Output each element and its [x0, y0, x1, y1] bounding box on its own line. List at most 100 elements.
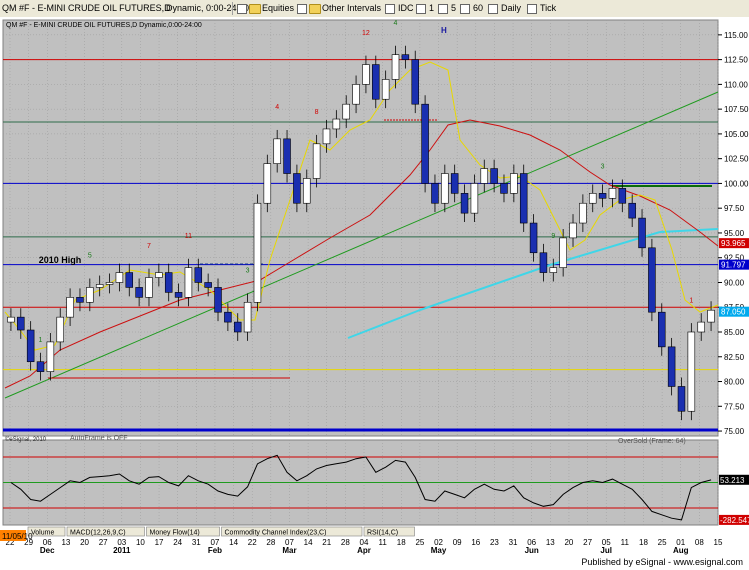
- x-tick-label: 28: [266, 538, 275, 547]
- y-tick-label: 102.50: [724, 155, 749, 164]
- main-plot-area: [2, 19, 719, 437]
- candle-body: [431, 183, 439, 204]
- count-marker: 4: [275, 104, 279, 111]
- x-month-label: Aug: [673, 546, 689, 555]
- toolbar: QM #F - E-MINI CRUDE OIL FUTURES,D Dynam…: [0, 0, 749, 18]
- candle-body: [441, 173, 449, 204]
- indicator-tab[interactable]: Money Flow(14): [146, 526, 220, 537]
- interval-5-checkbox[interactable]: [438, 4, 448, 14]
- candle-body: [529, 222, 538, 254]
- candle-body: [372, 64, 380, 100]
- x-tick-label: 17: [155, 538, 164, 547]
- candle-body: [460, 193, 469, 214]
- x-tick-label: 31: [509, 538, 518, 547]
- y-tick-label: 105.00: [724, 130, 749, 139]
- date-badge-text: 11/05/10: [2, 532, 33, 541]
- indicator-tab[interactable]: RSI(14,C): [363, 526, 415, 537]
- candle-body: [421, 103, 429, 184]
- equities-label[interactable]: Equities: [262, 3, 294, 13]
- candle-body: [362, 64, 370, 85]
- price-label: 87.050: [721, 308, 746, 317]
- equities-checkbox[interactable]: [237, 4, 247, 14]
- interval-1-checkbox[interactable]: [416, 4, 426, 14]
- y-tick-label: 115.00: [724, 31, 748, 40]
- x-month-label: Mar: [282, 546, 296, 555]
- candle-body: [56, 316, 64, 343]
- x-tick-label: 11: [621, 538, 630, 547]
- indicator-tab[interactable]: Volume: [27, 526, 66, 537]
- x-month-label: Dec: [40, 546, 55, 555]
- candle-body: [135, 287, 143, 298]
- x-month-label: Jun: [525, 546, 539, 555]
- interval-60-label[interactable]: 60: [473, 3, 483, 13]
- price-chart: 15711348124931 75.0077.5080.0082.5085.00…: [0, 17, 749, 556]
- count-marker: 5: [88, 253, 92, 260]
- candle-body: [17, 316, 25, 331]
- candle-body: [381, 79, 390, 100]
- other-intervals-checkbox[interactable]: [297, 4, 307, 14]
- idc-label[interactable]: IDC: [398, 3, 414, 13]
- candle-body: [204, 282, 212, 288]
- rsi-value-label: -282.547: [720, 516, 749, 525]
- y-tick-label: 90.00: [724, 278, 745, 287]
- x-tick-label: 27: [99, 538, 108, 547]
- y-tick-label: 97.50: [724, 204, 745, 213]
- rsi-value-label: 53.213: [720, 476, 745, 485]
- x-tick-label: 18: [397, 538, 406, 547]
- count-marker: 12: [362, 30, 370, 37]
- interval-daily-checkbox[interactable]: [488, 4, 498, 14]
- interval-tick-checkbox[interactable]: [527, 4, 537, 14]
- count-marker: 1: [39, 337, 43, 344]
- candle-body: [243, 301, 252, 333]
- x-tick-label: 27: [583, 538, 592, 547]
- candle-body: [628, 202, 636, 219]
- candle-body: [293, 173, 301, 204]
- interval-tick-label[interactable]: Tick: [540, 3, 556, 13]
- count-marker: 3: [246, 268, 250, 275]
- candle-body: [174, 292, 183, 298]
- folder-icon: [249, 4, 261, 14]
- candle-body: [559, 237, 567, 268]
- other-intervals-label[interactable]: Other Intervals: [322, 3, 381, 13]
- footer-text: Published by eSignal - www.esignal.com: [581, 557, 743, 567]
- y-tick-label: 85.00: [724, 328, 745, 337]
- candle-body: [549, 267, 558, 273]
- interval-60-checkbox[interactable]: [460, 4, 470, 14]
- y-tick-label: 107.50: [724, 105, 749, 114]
- candle-body: [588, 193, 597, 204]
- x-tick-label: 16: [471, 538, 480, 547]
- interval-1-label[interactable]: 1: [429, 3, 434, 13]
- y-tick-label: 112.50: [724, 56, 748, 65]
- interval-daily-label[interactable]: Daily: [501, 3, 521, 13]
- x-tick-label: 11: [378, 538, 387, 547]
- x-tick-label: 20: [80, 538, 89, 547]
- candle-body: [579, 202, 587, 224]
- count-marker: 1: [689, 297, 693, 304]
- candle-body: [342, 103, 350, 120]
- candle-body: [500, 183, 508, 194]
- tab-label: Money Flow(14): [150, 530, 200, 537]
- x-month-label: 2011: [113, 546, 131, 555]
- x-tick-label: 13: [61, 538, 70, 547]
- interval-5-label[interactable]: 5: [451, 3, 456, 13]
- x-tick-label: 23: [490, 538, 499, 547]
- chart-annotation: 2010 High: [39, 255, 82, 265]
- indicator-tab[interactable]: MACD(12,26,9,C): [66, 526, 145, 537]
- count-marker: 7: [147, 243, 151, 250]
- x-tick-label: 31: [192, 538, 201, 547]
- candle-body: [115, 272, 124, 283]
- candle-body: [519, 173, 528, 224]
- x-tick-label: 08: [695, 538, 704, 547]
- candle-body: [105, 282, 114, 285]
- chart-annotation: ©eSignal, 2010: [5, 436, 47, 443]
- candle-body: [66, 297, 74, 318]
- x-tick-label: 15: [714, 538, 723, 547]
- idc-checkbox[interactable]: [385, 4, 395, 14]
- x-tick-label: 24: [173, 538, 182, 547]
- tab-label: Commodity Channel Index(23,C): [225, 530, 327, 537]
- symbol-title[interactable]: QM #F - E-MINI CRUDE OIL FUTURES,D: [2, 3, 171, 13]
- indicator-tab[interactable]: Commodity Channel Index(23,C): [221, 526, 363, 537]
- tab-label: RSI(14,C): [367, 530, 398, 537]
- candle-body: [164, 272, 173, 293]
- x-tick-label: 20: [564, 538, 573, 547]
